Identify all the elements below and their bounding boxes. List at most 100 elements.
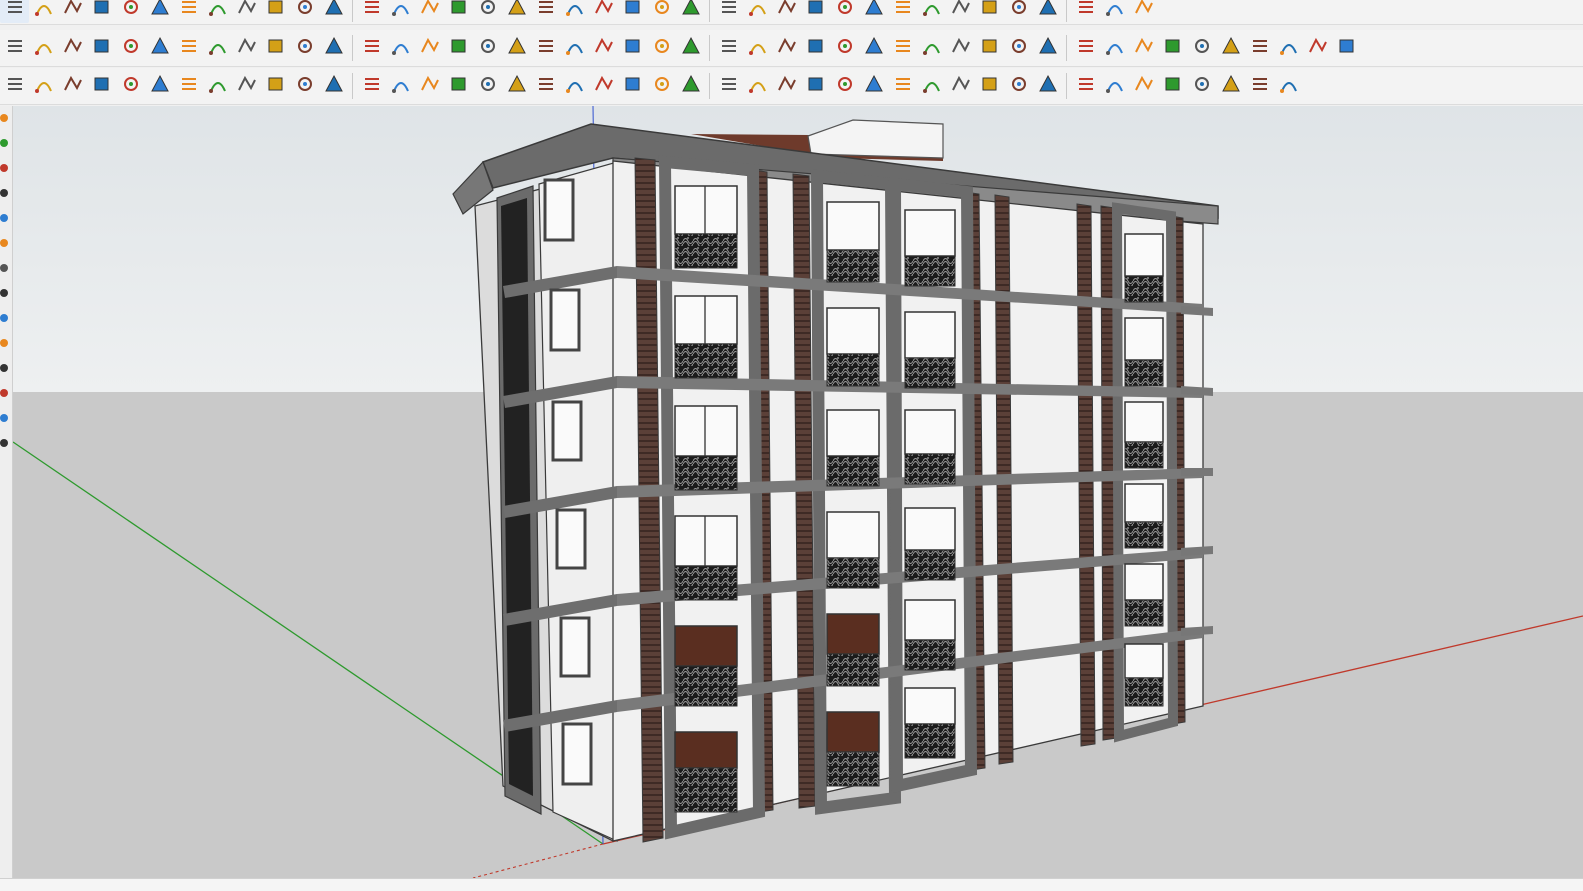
zigzag-tool-button[interactable]	[116, 72, 145, 100]
lattice-tool-button[interactable]	[1004, 0, 1033, 23]
left-tool-6[interactable]	[0, 231, 12, 256]
arc-red-tool-button[interactable]	[444, 72, 473, 100]
red-square-tool-button[interactable]	[203, 34, 232, 62]
red-plane-tool-button[interactable]	[116, 34, 145, 62]
flag-tool-button[interactable]	[261, 34, 290, 62]
line-green-tool-button[interactable]	[473, 72, 502, 100]
arc-edit-tool-button[interactable]	[29, 0, 58, 23]
black-square-tool-button[interactable]	[1216, 72, 1245, 100]
hand-tool-button[interactable]	[531, 0, 560, 23]
grid-x-red-tool-button[interactable]	[1004, 72, 1033, 100]
angle-tool-button[interactable]	[357, 0, 386, 23]
left-tool-10[interactable]	[0, 331, 12, 356]
move-blue-tool-button[interactable]	[676, 34, 705, 62]
slab-tool-button[interactable]	[647, 0, 676, 23]
model-viewport[interactable]	[13, 106, 1583, 878]
book-tool-button[interactable]	[975, 0, 1004, 23]
cube-blue-tool-button[interactable]	[1274, 34, 1303, 62]
red-cross-tool-button[interactable]	[415, 34, 444, 62]
lattice-orange-tool-button[interactable]	[917, 34, 946, 62]
arc-orange-tool-button[interactable]	[589, 34, 618, 62]
arc-small-tool-button[interactable]	[415, 72, 444, 100]
dash-2-tool-button[interactable]	[888, 72, 917, 100]
triangle-green-tool-button[interactable]	[502, 34, 531, 62]
building-model[interactable]	[452, 119, 1219, 843]
grid-green-tool-button[interactable]	[1129, 72, 1158, 100]
left-tool-2[interactable]	[0, 131, 12, 156]
rotate-tool-button[interactable]	[116, 0, 145, 23]
green-book-tool-button[interactable]	[618, 72, 647, 100]
align-3-tool-button[interactable]	[830, 72, 859, 100]
zigzag-green-tool-button[interactable]	[357, 72, 386, 100]
wire-plane-tool-button[interactable]	[145, 34, 174, 62]
copy-tool-button[interactable]	[1245, 72, 1274, 100]
blue-x-tool-button[interactable]	[473, 34, 502, 62]
orange-grid-tool-button[interactable]	[975, 34, 1004, 62]
stripes-2-tool-button[interactable]	[1071, 0, 1100, 23]
cube-red-3-tool-button[interactable]	[859, 34, 888, 62]
curve-gray-tool-button[interactable]	[1332, 34, 1361, 62]
grid-2-tool-button[interactable]	[888, 0, 917, 23]
triangle-red-tool-button[interactable]	[589, 72, 618, 100]
stairs-tool-button[interactable]	[801, 0, 830, 23]
scale-green-2-tool-button[interactable]	[743, 72, 772, 100]
arc-blue-tool-button[interactable]	[647, 34, 676, 62]
paint-tool-button[interactable]	[58, 0, 87, 23]
left-tool-8[interactable]	[0, 281, 12, 306]
frame-gray-tool-button[interactable]	[946, 34, 975, 62]
cube-tool-button[interactable]	[1129, 0, 1158, 23]
grid-x-tool-button[interactable]	[975, 72, 1004, 100]
bucket-tool-button[interactable]	[714, 34, 743, 62]
dash-3-tool-button[interactable]	[917, 72, 946, 100]
yellow-plane-tool-button[interactable]	[58, 34, 87, 62]
note-tool-button[interactable]	[859, 0, 888, 23]
arrows-2-tool-button[interactable]	[714, 0, 743, 23]
red-fill-tool-button[interactable]	[0, 34, 29, 62]
arrow-tool-button[interactable]	[589, 0, 618, 23]
follow-me-tool-button[interactable]	[174, 0, 203, 23]
arc-orange-2-tool-button[interactable]	[618, 34, 647, 62]
grid-tool-button[interactable]	[502, 0, 531, 23]
select-tool-button[interactable]	[676, 72, 705, 100]
align-left-tool-button[interactable]	[772, 72, 801, 100]
square-x-tool-button[interactable]	[946, 72, 975, 100]
pencil-tool-button[interactable]	[1158, 34, 1187, 62]
left-tool-1[interactable]	[0, 106, 12, 131]
green-cross-tool-button[interactable]	[444, 34, 473, 62]
cube-red-tool-button[interactable]	[801, 34, 830, 62]
arc-blue-tool-button[interactable]	[87, 72, 116, 100]
left-tool-11[interactable]	[0, 356, 12, 381]
dots-red-tool-button[interactable]	[1071, 34, 1100, 62]
axis-tool-button[interactable]	[319, 0, 348, 23]
red-diamond-tool-button[interactable]	[888, 34, 917, 62]
shovel-tool-button[interactable]	[1245, 34, 1274, 62]
triangle-yellow-tool-button[interactable]	[560, 34, 589, 62]
arc-green-tool-button[interactable]	[232, 72, 261, 100]
curve-tool-button[interactable]	[0, 72, 29, 100]
scale-green-tool-button[interactable]	[714, 72, 743, 100]
wire-tool-button[interactable]	[1100, 0, 1129, 23]
orange-grid-3-tool-button[interactable]	[1033, 34, 1062, 62]
zigzag-2-tool-button[interactable]	[174, 72, 203, 100]
paint-2-tool-button[interactable]	[386, 0, 415, 23]
folder-tool-button[interactable]	[560, 0, 589, 23]
orange-grid-2-tool-button[interactable]	[1004, 34, 1033, 62]
grid-blue-tool-button[interactable]	[1129, 34, 1158, 62]
cube-red-2-tool-button[interactable]	[830, 34, 859, 62]
arrows-tool-button[interactable]	[676, 0, 705, 23]
push-pull-tool-button[interactable]	[145, 0, 174, 23]
grid-blue-3-tool-button[interactable]	[1100, 72, 1129, 100]
wood-tool-button[interactable]	[290, 34, 319, 62]
circle-blue-tool-button[interactable]	[502, 72, 531, 100]
grid-blue-2-tool-button[interactable]	[1071, 72, 1100, 100]
line-tool-button[interactable]	[290, 0, 319, 23]
left-tool-12[interactable]	[0, 381, 12, 406]
green-mesh-tool-button[interactable]	[58, 72, 87, 100]
left-tool-4[interactable]	[0, 181, 12, 206]
left-tool-13[interactable]	[0, 406, 12, 431]
bars-tool-button[interactable]	[1187, 34, 1216, 62]
left-tool-5[interactable]	[0, 206, 12, 231]
curve-blue-tool-button[interactable]	[386, 72, 415, 100]
dash-tool-button[interactable]	[859, 72, 888, 100]
green-box-tool-button[interactable]	[647, 72, 676, 100]
